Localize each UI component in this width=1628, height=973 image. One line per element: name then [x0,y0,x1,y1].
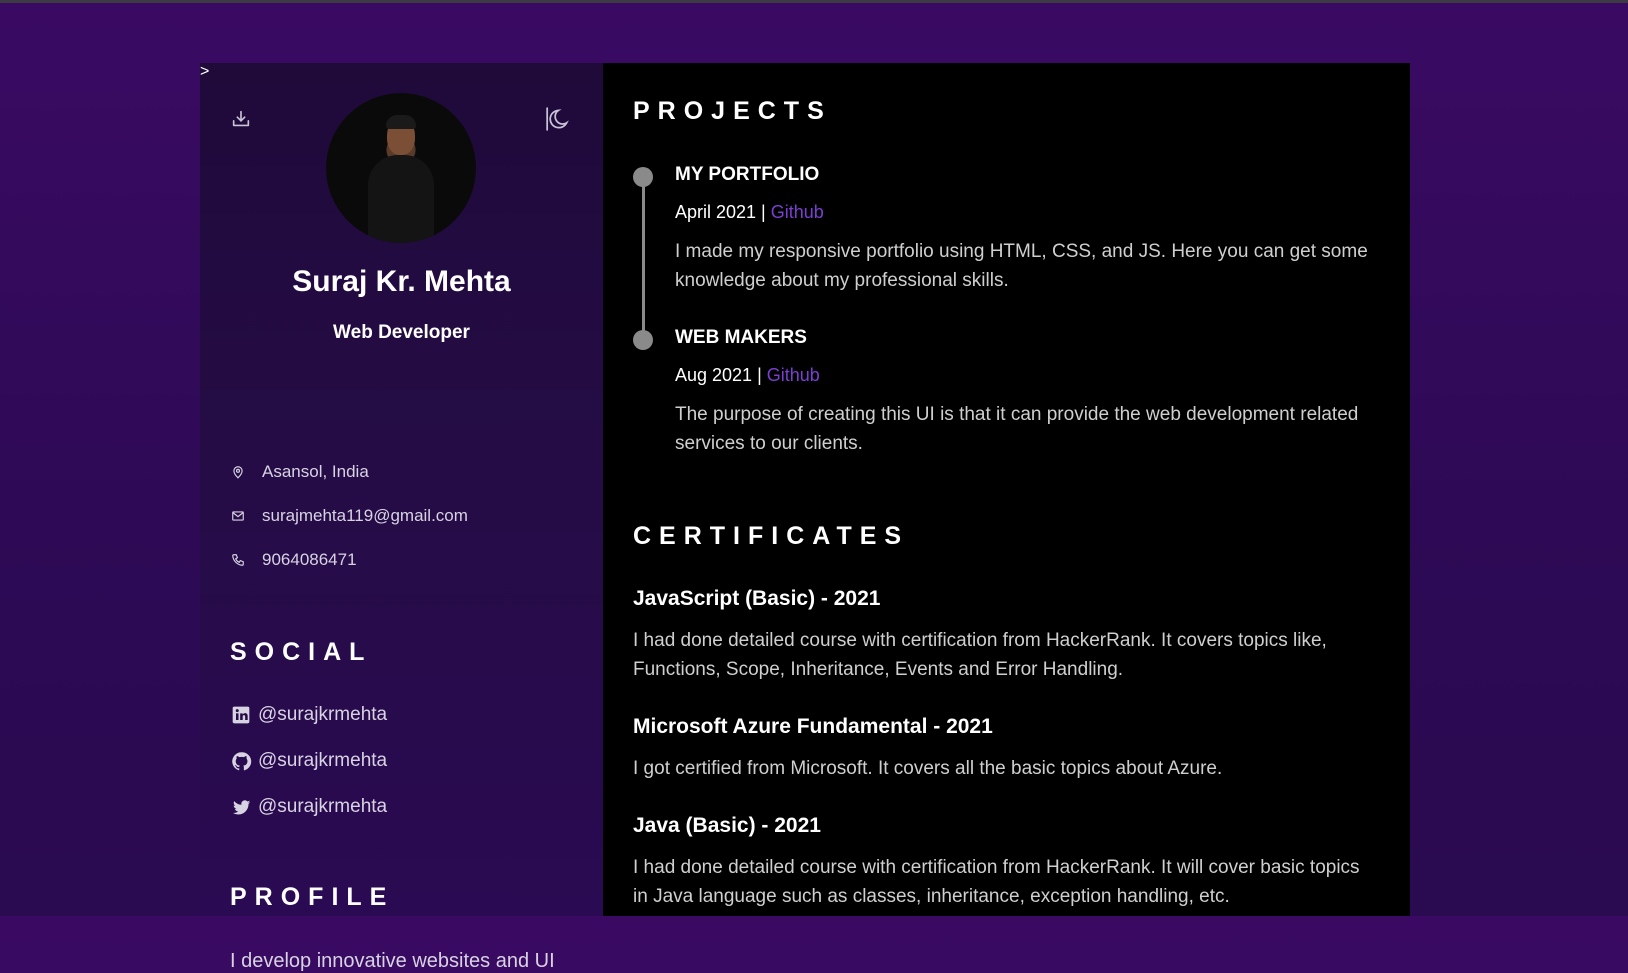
project-meta: Aug 2021 | Github [675,365,820,386]
social-twitter[interactable]: @surajkrmehta [230,796,387,818]
contact-location-text: Asansol, India [262,462,369,481]
project-meta: April 2021 | Github [675,202,824,223]
certificate-title: Java (Basic) - 2021 [633,814,821,837]
projects-title: PROJECTS [633,97,832,125]
profile-role: Web Developer [333,322,470,343]
project-description: I made my responsive portfolio using HTM… [675,241,1368,291]
timeline-dot [633,167,653,187]
project-description: The purpose of creating this UI is that … [675,404,1359,454]
project-title: WEB MAKERS [675,327,807,348]
content-panel: PROJECTS MY PORTFOLIO April 2021 | Githu… [603,63,1410,916]
social-linkedin[interactable]: @surajkrmehta [230,704,387,726]
social-title: SOCIAL [230,638,373,666]
contact-phone[interactable]: 9064086471 [230,550,357,570]
project-title: MY PORTFOLIO [675,164,820,185]
contact-email[interactable]: surajmehta119@gmail.com [230,506,468,526]
social-github-text[interactable]: @surajkrmehta [258,750,387,772]
profile-text: I develop innovative websites and UI [230,950,555,972]
certificate-title: Microsoft Azure Fundamental - 2021 [633,715,993,738]
social-linkedin-text[interactable]: @surajkrmehta [258,704,387,726]
linkedin-icon [230,704,252,726]
moon-icon[interactable] [545,106,571,132]
project-github-link[interactable]: Github [767,365,820,385]
project-date: Aug 2021 | [675,365,762,385]
download-icon[interactable] [228,106,254,132]
project-date: April 2021 | [675,202,766,222]
project-github-link[interactable]: Github [771,202,824,222]
social-github[interactable]: @surajkrmehta [230,750,387,772]
phone-icon [230,552,246,568]
profile-name: Suraj Kr. Mehta [292,265,511,298]
timeline-dot [633,330,653,350]
resume-card: Suraj Kr. Mehta Web Developer Asansol, I… [200,63,1410,972]
window-top-border [0,0,1628,3]
mail-icon [230,508,246,524]
profile-title: PROFILE [230,883,395,911]
timeline-line [642,177,645,343]
github-icon [230,750,252,772]
twitter-icon [230,796,252,818]
certificate-title: JavaScript (Basic) - 2021 [633,587,881,610]
contact-email-text[interactable]: surajmehta119@gmail.com [262,506,468,526]
certificate-description: I had done detailed course with certific… [633,857,1360,907]
contact-phone-text[interactable]: 9064086471 [262,550,357,570]
contact-location: Asansol, India [230,462,369,482]
certificates-title: CERTIFICATES [633,522,910,550]
location-pin-icon [230,464,246,480]
social-twitter-text[interactable]: @surajkrmehta [258,796,387,818]
sidebar-panel: Suraj Kr. Mehta Web Developer Asansol, I… [200,63,603,972]
certificate-description: I got certified from Microsoft. It cover… [633,758,1223,779]
certificate-description: I had done detailed course with certific… [633,630,1327,680]
avatar [326,93,476,243]
